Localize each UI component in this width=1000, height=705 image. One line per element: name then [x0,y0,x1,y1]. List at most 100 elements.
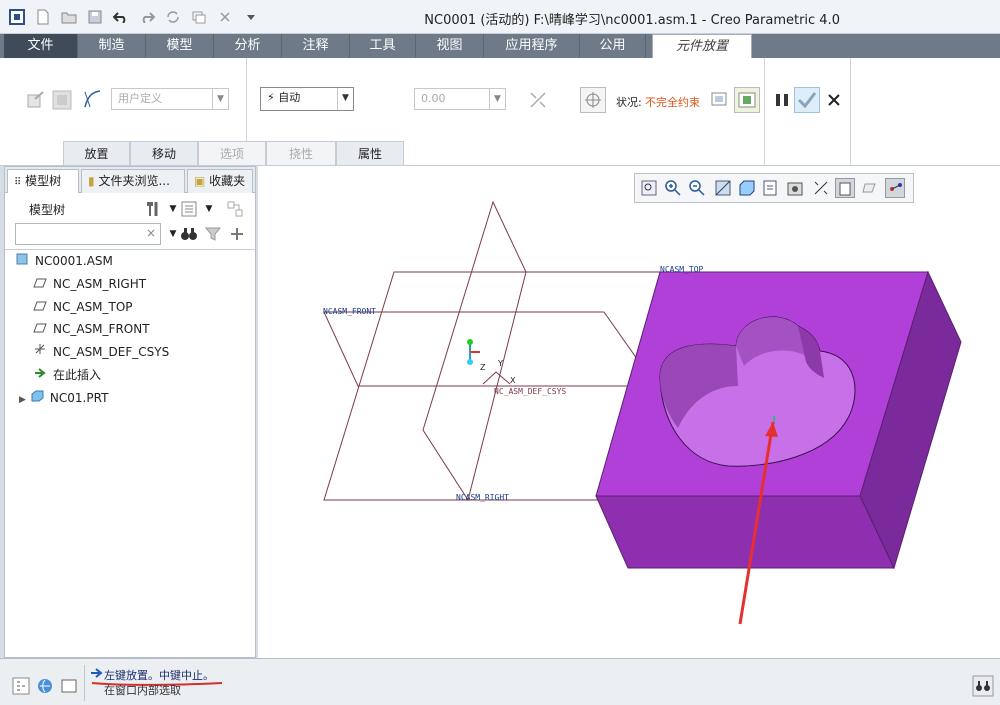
tab-analysis[interactable]: 分析 [214,34,282,58]
axis-z-label: Z [480,363,486,372]
add-icon[interactable] [225,222,249,246]
top-plane-label: NCASM_TOP [660,265,704,274]
axis-x-label: X [510,376,516,385]
favorites-icon: ▣ [194,174,206,188]
insert-arrow-icon [33,366,47,386]
connection-icon[interactable] [80,87,104,111]
tree-item-label: NC01.PRT [49,391,109,405]
clear-icon[interactable]: × [146,226,156,240]
expand-icon[interactable]: ▶ [19,395,26,405]
cancel-icon[interactable] [822,88,846,112]
fullscreen-icon[interactable] [60,677,78,695]
tree-item-label: NC0001.ASM [35,254,113,268]
saved-orientations-icon[interactable] [761,178,781,198]
datum-plane-icon [33,275,47,295]
tab-annotate[interactable]: 注释 [282,34,350,58]
place-icon[interactable] [50,88,74,112]
refit-icon[interactable] [639,178,659,198]
assembly-icon [15,252,29,272]
part-icon [30,389,44,409]
tab-applications[interactable]: 应用程序 [484,34,580,58]
filter-icon[interactable] [201,222,225,246]
separate-window-icon[interactable] [708,88,732,112]
tree-item-label: NC_ASM_DEF_CSYS [53,345,170,359]
model-canvas[interactable]: NCASM_FRONT NCASM_TOP NCASM_RIGHT NC_ASM… [258,166,1000,658]
tab-model[interactable]: 模型 [146,34,214,58]
tab-file[interactable]: 文件 [4,34,78,58]
offset-value: 0.00 [421,92,446,105]
chevron-down-icon: ▼ [489,89,505,109]
tree-item-nc-asm-front[interactable]: NC_ASM_FRONT [33,319,150,339]
status-label: 状况: [616,96,642,109]
tab-view[interactable]: 视图 [416,34,484,58]
pause-icon[interactable] [770,88,794,112]
offset-input[interactable]: 0.00 ▼ [414,88,506,110]
navigator-tabs: ⠿ 模型树 ▮ 文件夹浏览... ▣ 收藏夹 [5,167,255,193]
tree-item-csys[interactable]: NC_ASM_DEF_CSYS [33,342,169,362]
tree-item-nc-asm-top[interactable]: NC_ASM_TOP [33,297,133,317]
csys-label: NC_ASM_DEF_CSYS [494,387,566,396]
tab-properties[interactable]: 属性 [336,141,404,165]
tree-item-insert-here[interactable]: 在此插入 [33,365,101,385]
separator [764,58,765,166]
datum-display-icon[interactable] [861,178,881,198]
ok-check-icon[interactable] [794,87,820,113]
tab-manufacture[interactable]: 制造 [78,34,146,58]
tab-place[interactable]: 放置 [63,141,130,165]
browser-toggle-icon[interactable] [36,677,54,695]
search-binoculars-icon[interactable] [972,675,994,697]
tab-folder-browser[interactable]: ▮ 文件夹浏览... [81,169,185,193]
message-arrow-icon [91,668,103,678]
tab-flexibility[interactable]: 挠性 [266,141,336,165]
tab-folder-browser-label: 文件夹浏览... [98,174,170,188]
menu-bar: 文件 制造 模型 分析 注释 工具 视图 应用程序 公用 元件放置 [0,34,1000,58]
tree-toggle-icon[interactable] [12,677,30,695]
chevron-down-icon[interactable]: ▼ [197,197,221,221]
tab-tools[interactable]: 工具 [350,34,416,58]
tree-item-assembly[interactable]: NC0001.ASM [15,251,113,271]
search-field[interactable] [16,224,140,244]
chevron-down-icon: ▼ [212,89,228,109]
zoom-in-icon[interactable] [663,178,683,198]
tab-component-placement[interactable]: 元件放置 [652,34,752,58]
csys-icon [33,342,47,363]
panel-title: 模型树 [29,203,66,217]
tree-item-nc01-prt[interactable]: ▶ NC01.PRT [19,388,108,408]
lightning-icon: ⚡ [267,91,275,104]
find-icon[interactable] [177,222,201,246]
model-tree-panel: ⠿ 模型树 ▮ 文件夹浏览... ▣ 收藏夹 模型树 ▼ ▼ × ▼ NC000… [4,166,256,658]
display-style-icon[interactable] [737,178,757,198]
perspective-icon[interactable] [811,178,831,198]
constraint-auto-select[interactable]: ⚡ 自动 ▼ [260,87,354,111]
placement-icon[interactable] [24,88,48,112]
right-plane-label: NCASM_RIGHT [456,493,509,502]
annotation-display-icon[interactable] [835,178,855,198]
status-message: 左键放置。中键中止。 [104,669,214,682]
tab-favorites[interactable]: ▣ 收藏夹 [187,169,253,193]
axis-y-label: Y [497,359,503,368]
tab-common[interactable]: 公用 [580,34,646,58]
status-value: 不完全约束 [645,96,700,109]
view-manager-icon[interactable] [785,178,805,198]
assembly-window-icon[interactable] [734,87,760,113]
title-bar: NC0001 (活动的) F:\晴峰学习\nc0001.asm.1 - Creo… [0,0,1000,34]
show-component-icon[interactable] [580,87,606,113]
tree-item-label: NC_ASM_TOP [53,300,133,314]
spin-center-icon[interactable] [885,178,905,198]
divider [5,249,255,250]
tab-move[interactable]: 移动 [130,141,198,165]
tab-model-tree[interactable]: ⠿ 模型树 [7,169,79,193]
repaint-icon[interactable] [713,178,733,198]
filter-tree-icon[interactable] [223,197,247,221]
tree-icon: ⠿ [14,177,22,188]
zoom-out-icon[interactable] [687,178,707,198]
status-hint: 在窗口内部选取 [104,684,181,697]
graphics-viewport[interactable]: NCASM_FRONT NCASM_TOP NCASM_RIGHT NC_ASM… [258,166,1000,658]
flip-constraint-icon[interactable] [526,88,550,112]
tab-options[interactable]: 选项 [198,141,266,165]
constraint-type-select[interactable]: 用户定义 ▼ [111,88,229,110]
tree-item-nc-asm-right[interactable]: NC_ASM_RIGHT [33,274,146,294]
tab-favorites-label: 收藏夹 [209,174,246,188]
search-input[interactable]: × [15,223,161,245]
tree-item-label: NC_ASM_FRONT [53,322,150,336]
